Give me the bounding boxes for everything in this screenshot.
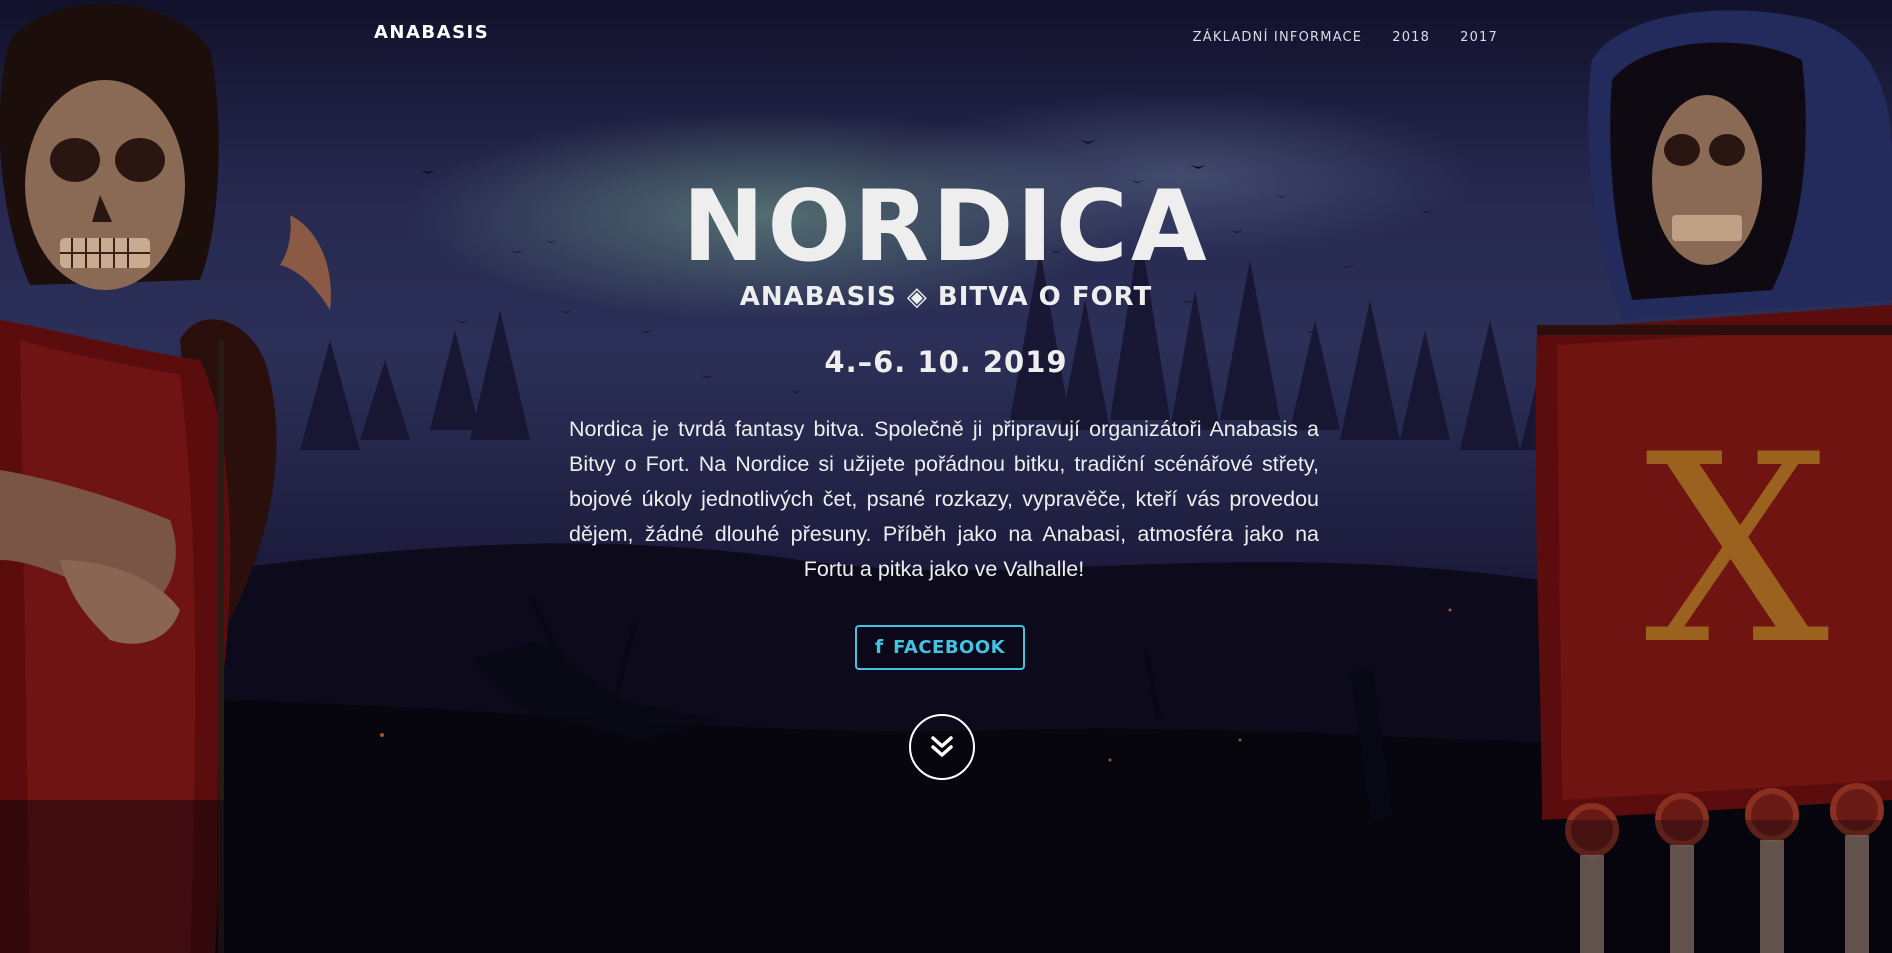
facebook-icon: f <box>874 636 884 658</box>
hero-section: NORDICA ANABASIS ◈ BITVA O FORT 4.–6. 10… <box>0 0 1892 953</box>
double-chevron-down-icon <box>931 736 953 757</box>
hero-title: NORDICA <box>682 170 1210 284</box>
event-date: 4.–6. 10. 2019 <box>824 345 1068 379</box>
hero-subtitle: ANABASIS ◈ BITVA O FORT <box>739 282 1153 312</box>
facebook-button[interactable]: f FACEBOOK <box>855 625 1025 670</box>
scroll-down-button[interactable] <box>909 714 975 780</box>
hero-description: Nordica je tvrdá fantasy bitva. Společně… <box>569 417 1319 581</box>
facebook-button-label: FACEBOOK <box>893 637 1006 658</box>
